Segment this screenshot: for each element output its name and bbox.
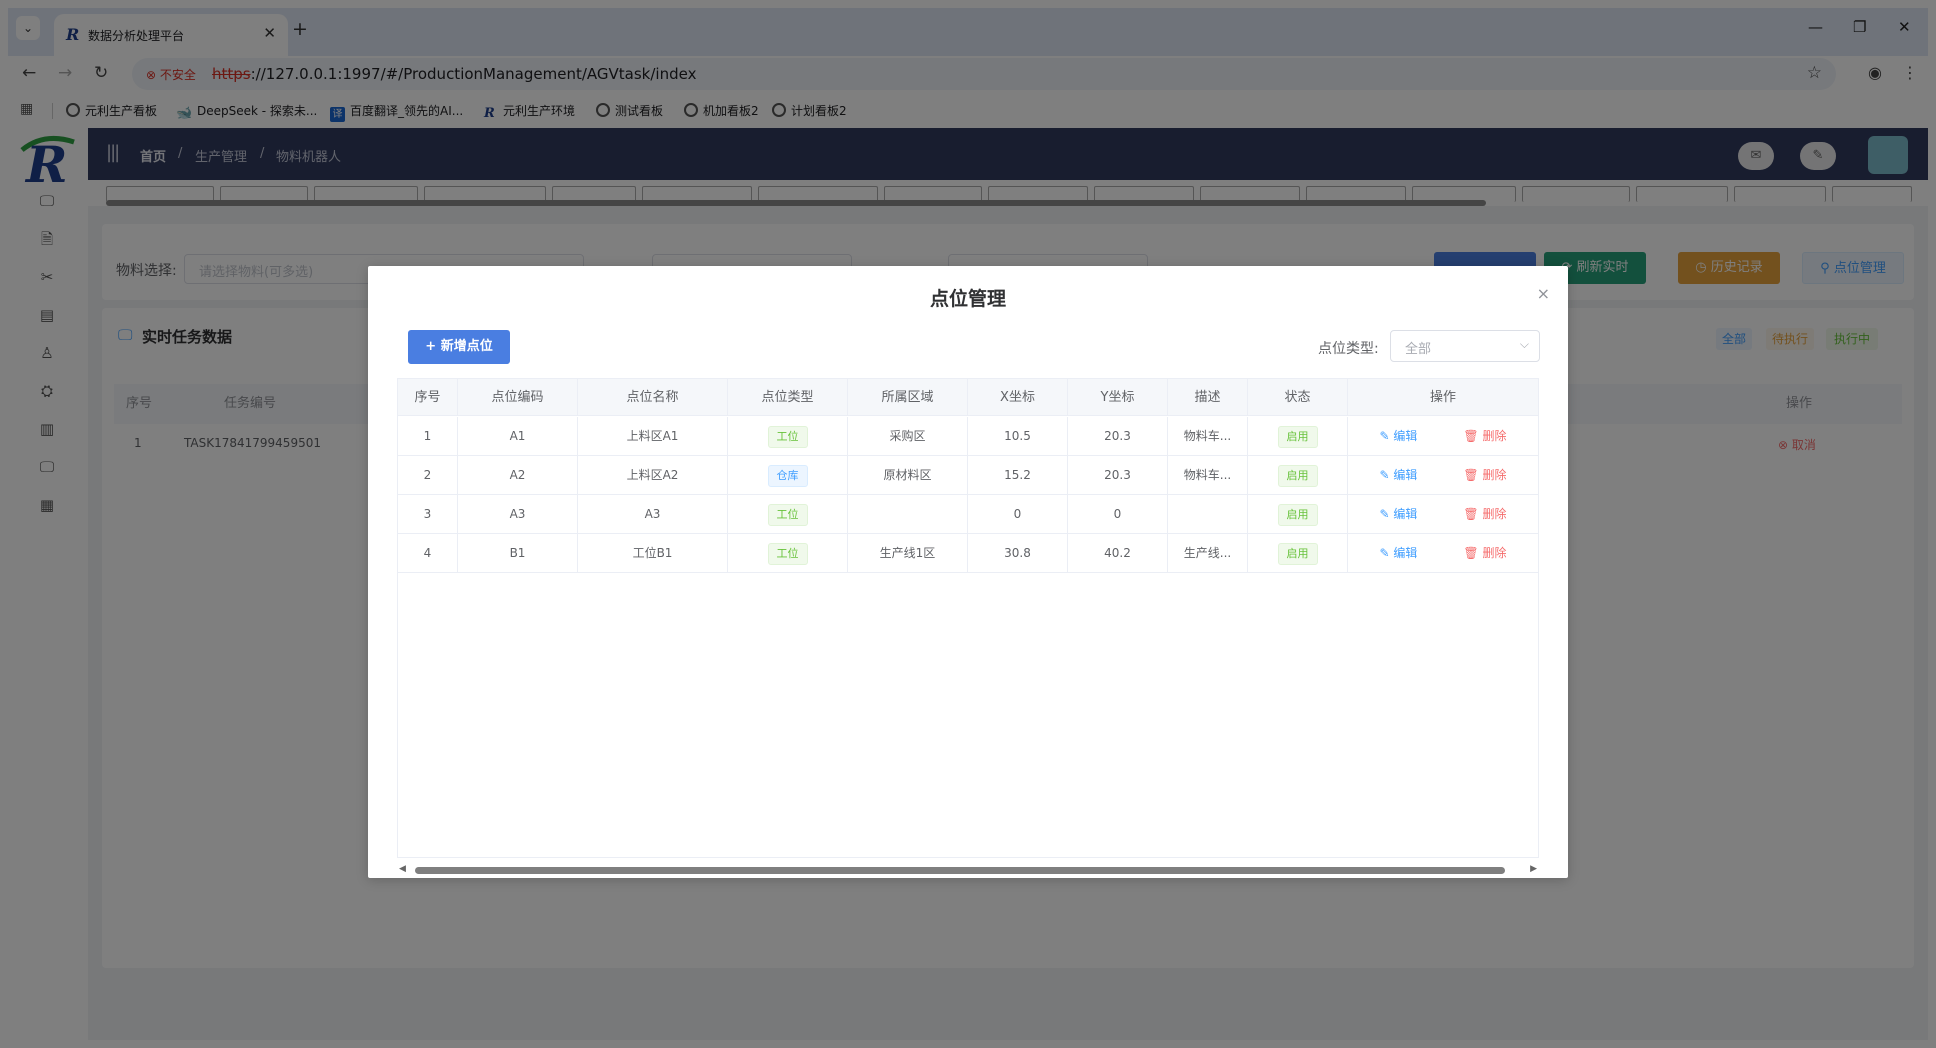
add-point-button[interactable]: + 新增点位 [408, 330, 510, 364]
edit-button[interactable]: ✎ 编辑 [1380, 507, 1418, 521]
y-coordinate: 20.3 [1068, 417, 1168, 455]
column-header: 点位编码 [458, 379, 578, 416]
point-type-cell: 工位 [728, 417, 848, 455]
scrollbar-thumb[interactable] [415, 867, 1505, 874]
y-coordinate: 20.3 [1068, 456, 1168, 494]
column-header: 点位名称 [578, 379, 728, 416]
column-header: 序号 [398, 379, 458, 416]
area: 采购区 [848, 417, 968, 455]
points-management-dialog: 点位管理 × + 新增点位 点位类型: 全部 ⌵ 序号 点位编码 点位名称 点位… [368, 266, 1568, 878]
edit-button[interactable]: ✎ 编辑 [1380, 546, 1418, 560]
point-code: A1 [458, 417, 578, 455]
table-row: 1 A1 上料区A1 工位 采购区 10.5 20.3 物料车... 启用 ✎ … [398, 417, 1538, 456]
status-badge: 启用 [1277, 425, 1318, 448]
point-name: 上料区A2 [578, 456, 728, 494]
row-index: 1 [398, 417, 458, 455]
column-header: Y坐标 [1068, 379, 1168, 416]
edit-button[interactable]: ✎ 编辑 [1380, 429, 1418, 443]
point-name: A3 [578, 495, 728, 533]
x-coordinate: 0 [968, 495, 1068, 533]
point-type-value: 全部 [1405, 342, 1432, 357]
status-badge: 启用 [1277, 464, 1318, 487]
area: 生产线1区 [848, 534, 968, 572]
point-code: B1 [458, 534, 578, 572]
scroll-right-arrow-icon[interactable]: ▶ [1530, 864, 1537, 874]
table-row: 2 A2 上料区A2 仓库 原材料区 15.2 20.3 物料车... 启用 ✎… [398, 456, 1538, 495]
delete-button[interactable]: 🗑 删除 [1463, 468, 1506, 482]
row-index: 2 [398, 456, 458, 494]
description: 物料车... [1168, 417, 1248, 455]
point-type-tag: 工位 [767, 425, 808, 448]
row-index: 3 [398, 495, 458, 533]
x-coordinate: 15.2 [968, 456, 1068, 494]
delete-button[interactable]: 🗑 删除 [1463, 507, 1506, 521]
status-badge: 启用 [1277, 542, 1318, 565]
point-type-label: 点位类型: [1318, 341, 1379, 357]
delete-button[interactable]: 🗑 删除 [1463, 429, 1506, 443]
table-row: 4 B1 工位B1 工位 生产线1区 30.8 40.2 生产线... 启用 ✎… [398, 534, 1538, 573]
x-coordinate: 10.5 [968, 417, 1068, 455]
column-header: 状态 [1248, 379, 1348, 416]
delete-button[interactable]: 🗑 删除 [1463, 546, 1506, 560]
column-header: X坐标 [968, 379, 1068, 416]
column-header: 描述 [1168, 379, 1248, 416]
status-cell: 启用 [1248, 534, 1348, 572]
status-cell: 启用 [1248, 417, 1348, 455]
description: 生产线... [1168, 534, 1248, 572]
status-cell: 启用 [1248, 495, 1348, 533]
points-table: 序号 点位编码 点位名称 点位类型 所属区域 X坐标 Y坐标 描述 状态 操作 … [397, 378, 1539, 858]
table-horizontal-scrollbar[interactable]: ◀ ▶ [397, 864, 1539, 876]
y-coordinate: 0 [1068, 495, 1168, 533]
edit-button[interactable]: ✎ 编辑 [1380, 468, 1418, 482]
point-type-tag: 仓库 [767, 464, 808, 487]
point-code: A2 [458, 456, 578, 494]
area: 原材料区 [848, 456, 968, 494]
actions-cell: ✎ 编辑 🗑 删除 [1348, 456, 1538, 494]
area [848, 495, 968, 533]
y-coordinate: 40.2 [1068, 534, 1168, 572]
point-type-select[interactable]: 全部 ⌵ [1390, 330, 1540, 362]
description: 物料车... [1168, 456, 1248, 494]
point-name: 上料区A1 [578, 417, 728, 455]
point-type-cell: 工位 [728, 534, 848, 572]
point-type-tag: 工位 [767, 542, 808, 565]
column-header: 操作 [1429, 390, 1456, 405]
dialog-title: 点位管理 [929, 288, 1006, 310]
column-header: 所属区域 [848, 379, 968, 416]
point-type-cell: 工位 [728, 495, 848, 533]
x-coordinate: 30.8 [968, 534, 1068, 572]
actions-cell: ✎ 编辑 🗑 删除 [1348, 417, 1538, 455]
point-type-cell: 仓库 [728, 456, 848, 494]
scroll-left-arrow-icon[interactable]: ◀ [399, 864, 406, 874]
row-index: 4 [398, 534, 458, 572]
actions-cell: ✎ 编辑 🗑 删除 [1348, 495, 1538, 533]
actions-cell: ✎ 编辑 🗑 删除 [1348, 534, 1538, 572]
description [1168, 495, 1248, 533]
status-badge: 启用 [1277, 503, 1318, 526]
column-header: 点位类型 [728, 379, 848, 416]
point-name: 工位B1 [578, 534, 728, 572]
point-type-tag: 工位 [767, 503, 808, 526]
close-icon[interactable]: × [1537, 284, 1550, 303]
chevron-down-icon: ⌵ [1519, 337, 1529, 351]
table-header: 序号 点位编码 点位名称 点位类型 所属区域 X坐标 Y坐标 描述 状态 操作 [398, 379, 1538, 416]
status-cell: 启用 [1248, 456, 1348, 494]
table-row: 3 A3 A3 工位 0 0 启用 ✎ 编辑 🗑 删除 [398, 495, 1538, 534]
point-code: A3 [458, 495, 578, 533]
